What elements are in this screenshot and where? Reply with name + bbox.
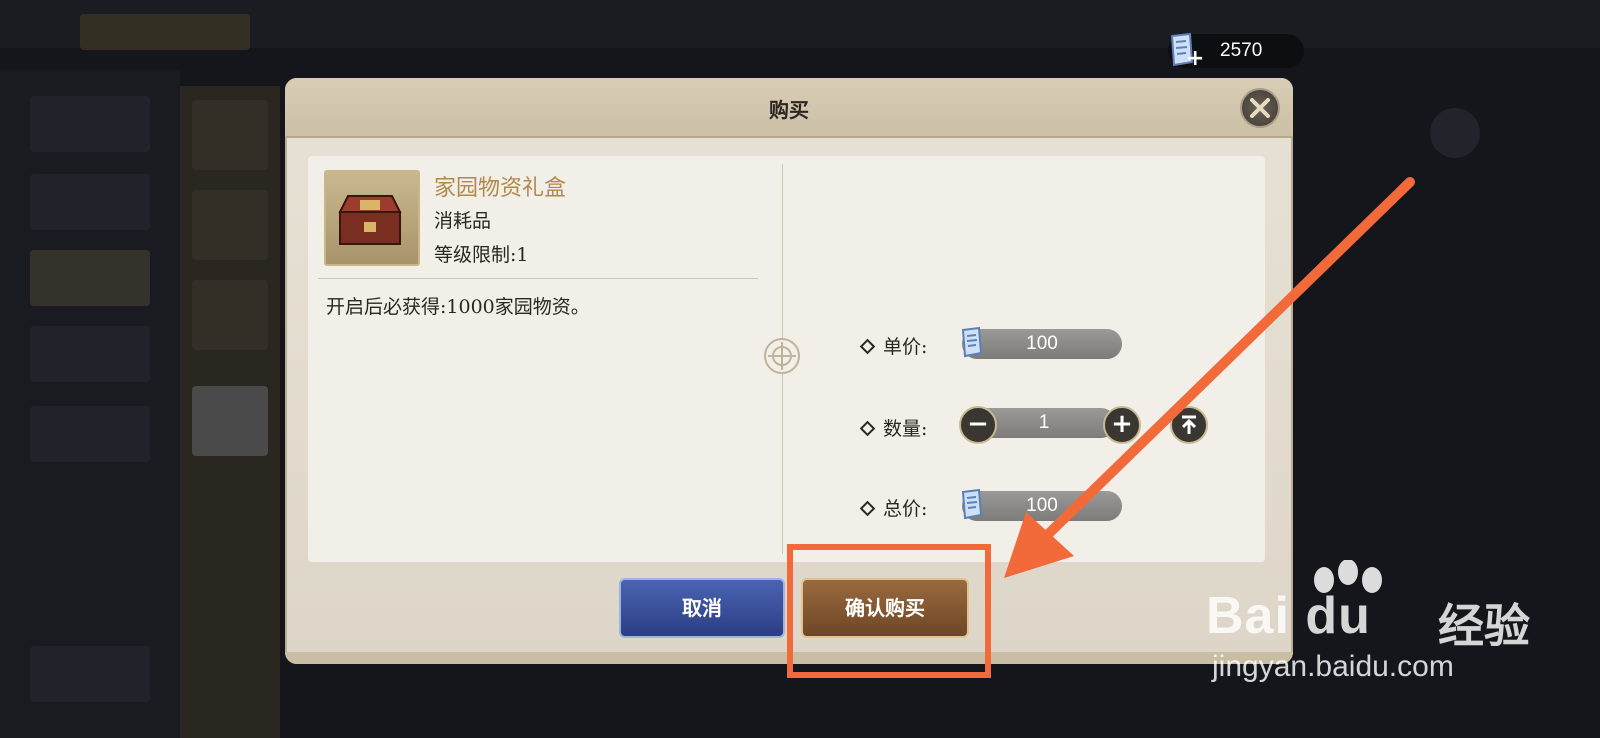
background-icon [1430,108,1480,158]
background-cell [192,386,268,456]
item-name: 家园物资礼盒 [434,176,567,201]
plus-icon[interactable]: + [1186,46,1204,71]
watermark-site: jingyan.baidu.com [1212,650,1454,683]
unit-price-label: 单价: [859,332,927,359]
background-sidebar-row [30,250,150,306]
currency-display[interactable]: + 2570 [1168,32,1304,71]
watermark-brand: Bai du [1206,587,1371,645]
watermark-brand-cn: 经验 [1438,599,1530,653]
background-cell [192,190,268,260]
background-sidebar-row [30,406,150,462]
close-button[interactable] [1240,88,1280,128]
background-sidebar-row [30,326,150,382]
item-type: 消耗品 [434,210,492,232]
diamond-icon [859,420,876,436]
diamond-icon [859,500,876,516]
dialog-title: 购买 [769,98,809,122]
total-price-label: 总价: [859,494,927,521]
watermark: Bai du 经验 jingyan.baidu.com [1206,560,1586,700]
cancel-button[interactable]: 取消 [619,578,785,638]
background-cell [192,280,268,350]
currency-amount: 2570 [1220,40,1263,61]
background-sidebar-row [30,96,150,152]
highlight-box [787,544,991,678]
background-top-bar [0,0,1600,50]
background-cell [192,100,268,170]
gift-box-icon [338,195,402,245]
ornament-icon [764,338,800,374]
close-icon [1250,98,1270,118]
diamond-icon [859,338,876,354]
item-description: 开启后必获得:1000家园物资。 [326,296,590,318]
ticket-icon [961,488,983,520]
divider [318,278,758,279]
background-item-strip [180,86,280,738]
item-thumbnail [324,170,420,266]
annotation-arrow [1004,177,1415,578]
background-sidebar-row [30,646,150,702]
quantity-label: 数量: [859,414,927,441]
background-tab [80,14,250,50]
background-sidebar [0,70,180,738]
item-level-limit: 等级限制:1 [434,244,529,266]
background-sidebar-row [30,174,150,230]
ticket-icon [961,326,983,358]
dialog-header: 购买 [285,78,1293,138]
